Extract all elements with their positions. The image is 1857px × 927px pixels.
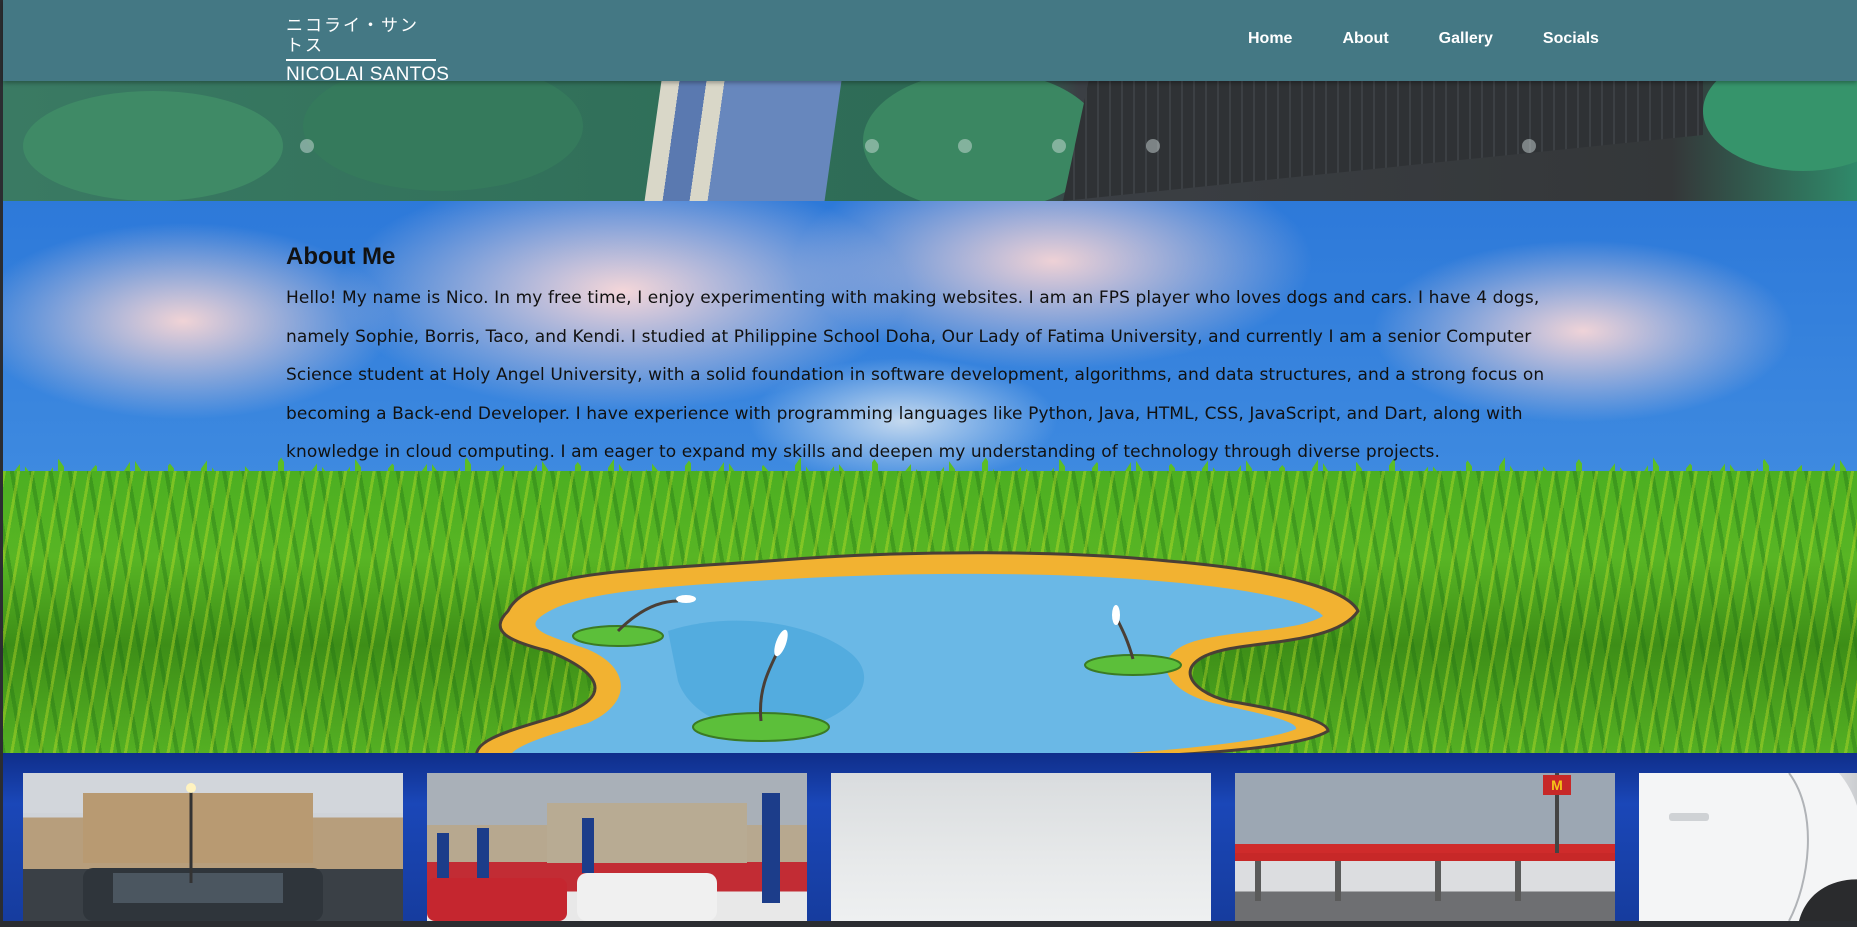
main-nav: Home About Gallery Socials — [1248, 30, 1649, 48]
about-paragraph: Hello! My name is Nico. In my free time,… — [286, 288, 1545, 462]
about-heading: About Me — [286, 243, 396, 270]
car-meet-photo — [427, 793, 780, 921]
bush-illustration — [1703, 81, 1857, 171]
nav-about[interactable]: About — [1342, 30, 1388, 48]
car-photo — [23, 773, 403, 921]
gallery-image[interactable]: M — [1235, 773, 1615, 921]
slider-dot[interactable] — [300, 139, 314, 153]
about-section: About Me Hello! My name is Nico. In my f… — [3, 201, 1857, 753]
nav-gallery[interactable]: Gallery — [1439, 30, 1493, 48]
bush-illustration — [303, 81, 583, 191]
gallery-image[interactable] — [23, 773, 403, 921]
window-illustration — [644, 81, 842, 201]
gallery-image[interactable] — [1639, 773, 1857, 921]
gallery-image[interactable] — [831, 773, 1211, 921]
gas-station-photo: M — [1235, 773, 1615, 901]
white-car-photo — [1639, 773, 1857, 921]
gallery-section: M — [3, 753, 1857, 921]
slider-dot[interactable] — [865, 139, 879, 153]
nav-home[interactable]: Home — [1248, 30, 1292, 48]
nav-socials[interactable]: Socials — [1543, 30, 1599, 48]
slider-dot[interactable] — [1146, 139, 1160, 153]
slider-dot[interactable] — [1522, 139, 1536, 153]
slider-dot[interactable] — [958, 139, 972, 153]
site-logo[interactable]: ニコライ・サントス NICOLAI SANTOS — [286, 16, 449, 86]
svg-text:M: M — [1551, 777, 1563, 793]
gallery-image[interactable] — [427, 773, 807, 921]
hero-banner — [3, 81, 1857, 201]
pond-illustration — [475, 551, 1360, 753]
slider-dot[interactable] — [1052, 139, 1066, 153]
logo-japanese-text: ニコライ・サントス — [286, 16, 436, 61]
page-bottom-bar — [0, 921, 1857, 927]
logo-english-text: NICOLAI SANTOS — [286, 64, 450, 85]
about-content: About Me Hello! My name is Nico. In my f… — [286, 243, 1586, 472]
site-header: ニコライ・サントス NICOLAI SANTOS Home About Gall… — [3, 0, 1857, 85]
roof-illustration — [1063, 81, 1703, 201]
bush-illustration — [23, 91, 283, 201]
